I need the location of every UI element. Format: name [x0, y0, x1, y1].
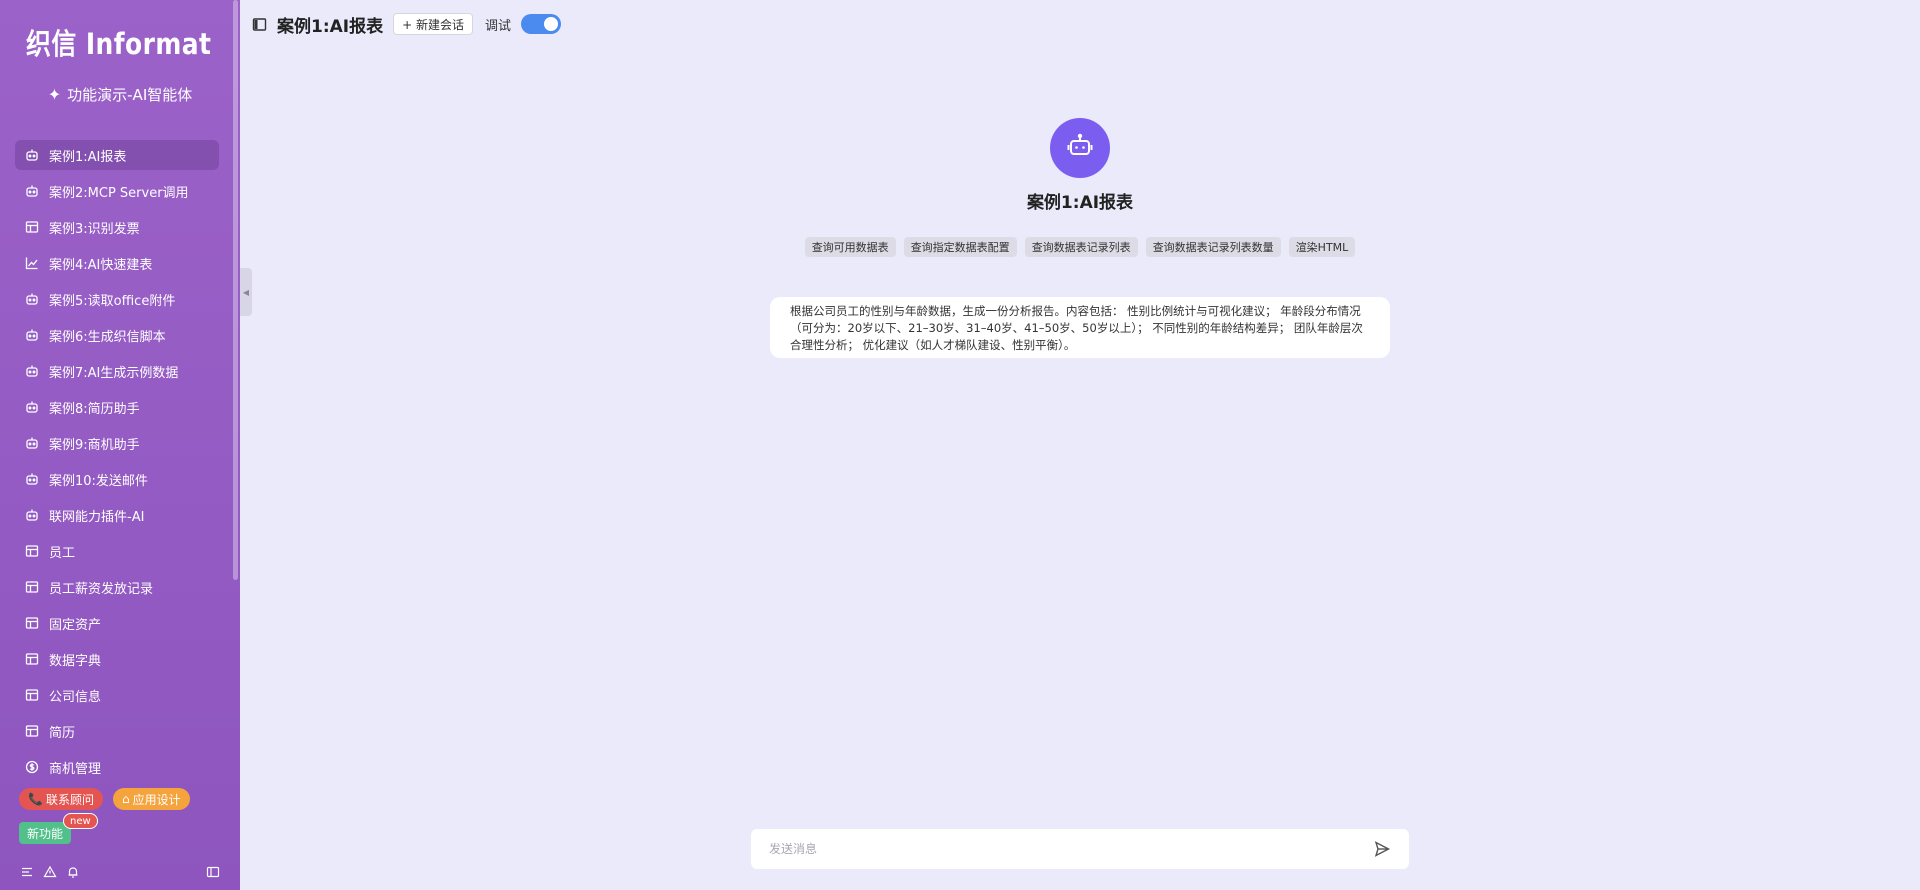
tool-chip: 查询指定数据表配置	[903, 237, 1017, 257]
sidebar-collapse-handle[interactable]: ◀	[240, 268, 252, 316]
table-icon	[25, 652, 39, 666]
contact-advisor-label: 联系顾问	[45, 792, 94, 807]
home-icon: ⌂	[121, 792, 130, 806]
logo-row: 织信 Informat	[26, 22, 226, 62]
sidebar-item-assets[interactable]: 固定资产	[15, 608, 219, 638]
sidebar-item-employee[interactable]: 员工	[15, 536, 219, 566]
sidebar-item-label: 公司信息	[49, 689, 102, 705]
sidebar-item-label: 商机管理	[49, 761, 102, 777]
message-input[interactable]	[769, 842, 1373, 856]
robot-icon	[25, 184, 39, 198]
sidebar-item-label: 案例7:AI生成示例数据	[49, 365, 179, 381]
sidebar-item-label: 案例8:简历助手	[49, 401, 140, 417]
sidebar-item-label: 案例3:识别发票	[49, 221, 140, 237]
sidebar-item-script[interactable]: 案例6:生成织信脚本	[15, 320, 219, 350]
agent-tools: 查询可用数据表 查询指定数据表配置 查询数据表记录列表 查询数据表记录列表数量 …	[780, 237, 1380, 257]
sidebar-item-label: 案例6:生成织信脚本	[49, 329, 166, 345]
sidebar-item-label: 简历	[49, 725, 76, 741]
send-icon[interactable]	[1373, 840, 1391, 858]
sidebar-item-invoice[interactable]: 案例3:识别发票	[15, 212, 219, 242]
robot-icon	[25, 400, 39, 414]
contact-advisor-button[interactable]: 📞 联系顾问	[19, 788, 103, 810]
tool-chip: 查询可用数据表	[804, 237, 896, 257]
debug-toggle[interactable]	[521, 14, 561, 34]
app-design-label: 应用设计	[132, 792, 181, 807]
sidebar-item-resume[interactable]: 案例8:简历助手	[15, 392, 219, 422]
message-composer	[751, 829, 1409, 869]
robot-icon	[25, 364, 39, 378]
debug-label: 调试	[484, 18, 511, 34]
line-chart-icon	[25, 256, 39, 270]
toggle-knob	[544, 17, 558, 31]
sidebar-item-label: 固定资产	[49, 617, 102, 633]
robot-icon	[25, 436, 39, 450]
sidebar-item-label: 案例1:AI报表	[49, 149, 127, 165]
sidebar-item-label: 员工	[49, 545, 76, 561]
robot-icon	[25, 472, 39, 486]
sidebar-item-web-plugin[interactable]: 联网能力插件-AI	[15, 500, 219, 530]
sidebar-item-resume-table[interactable]: 简历	[15, 716, 219, 746]
sidebar-item-mcp-server[interactable]: 案例2:MCP Server调用	[15, 176, 219, 206]
sidebar-item-ai-report[interactable]: 案例1:AI报表	[15, 140, 219, 170]
sidebar-item-opportunity[interactable]: 案例9:商机助手	[15, 428, 219, 458]
table-icon	[25, 688, 39, 702]
collapse-sidebar-icon[interactable]	[206, 864, 220, 878]
sidebar-item-quick-table[interactable]: 案例4:AI快速建表	[15, 248, 219, 278]
sidebar-item-label: 数据字典	[49, 653, 102, 669]
dollar-icon	[25, 760, 39, 774]
new-badge: new	[63, 813, 98, 829]
sidebar: 织信 Informat ✦ 功能演示-AI智能体 案例1:AI报表 案例2:MC…	[0, 0, 240, 890]
sidebar-item-sample-data[interactable]: 案例7:AI生成示例数据	[15, 356, 219, 386]
table-icon	[25, 220, 39, 234]
table-icon	[25, 724, 39, 738]
sidebar-footer	[20, 864, 220, 882]
sidebar-item-salary[interactable]: 员工薪资发放记录	[15, 572, 219, 602]
agent-avatar	[1050, 118, 1110, 178]
logo: 织信 Informat	[26, 27, 212, 61]
sidebar-item-opportunity-mgmt[interactable]: 商机管理	[15, 752, 219, 782]
new-feature-button[interactable]: 新功能	[19, 822, 72, 844]
app-title-label: 功能演示-AI智能体	[67, 86, 193, 104]
robot-icon	[25, 328, 39, 342]
app-title[interactable]: ✦ 功能演示-AI智能体	[0, 84, 240, 105]
sidebar-item-label: 案例5:读取office附件	[49, 293, 176, 309]
sidebar-item-label: 案例2:MCP Server调用	[49, 185, 189, 201]
table-icon	[25, 580, 39, 594]
sparkle-icon: ✦	[47, 85, 62, 104]
sidebar-item-label: 案例4:AI快速建表	[49, 257, 153, 273]
bell-icon[interactable]	[66, 864, 80, 878]
suggested-prompt[interactable]: 根据公司员工的性别与年龄数据，生成一份分析报告。内容包括： 性别比例统计与可视化…	[770, 297, 1390, 358]
sidebar-item-label: 联网能力插件-AI	[49, 509, 145, 525]
tool-chip: 查询数据表记录列表数量	[1145, 237, 1281, 257]
header: 案例1:AI报表 + 新建会话 调试	[252, 12, 561, 37]
phone-icon: 📞	[28, 792, 43, 806]
table-icon	[25, 616, 39, 630]
menu-icon[interactable]	[20, 864, 34, 878]
app-design-button[interactable]: ⌂ 应用设计	[112, 788, 190, 810]
robot-icon	[25, 508, 39, 522]
sidebar-nav: 案例1:AI报表 案例2:MCP Server调用 案例3:识别发票 案例4:A…	[15, 140, 219, 788]
robot-icon	[25, 292, 39, 306]
page-title: 案例1:AI报表	[277, 16, 384, 37]
warning-icon[interactable]	[43, 864, 57, 878]
sidebar-item-office[interactable]: 案例5:读取office附件	[15, 284, 219, 314]
sidebar-item-dictionary[interactable]: 数据字典	[15, 644, 219, 674]
sidebar-item-email[interactable]: 案例10:发送邮件	[15, 464, 219, 494]
robot-icon	[25, 148, 39, 162]
sidebar-item-label: 员工薪资发放记录	[49, 581, 154, 597]
sidebar-item-company[interactable]: 公司信息	[15, 680, 219, 710]
new-chat-button[interactable]: + 新建会话	[393, 13, 473, 35]
tool-chip: 渲染HTML	[1288, 237, 1356, 257]
sidebar-item-label: 案例9:商机助手	[49, 437, 140, 453]
sidebar-item-label: 案例10:发送邮件	[49, 473, 148, 489]
toggle-panel-icon[interactable]	[252, 17, 267, 32]
chevron-left-icon: ◀	[242, 287, 250, 297]
agent-name: 案例1:AI报表	[1026, 193, 1134, 213]
robot-icon	[1065, 131, 1095, 165]
table-icon	[25, 544, 39, 558]
tool-chip: 查询数据表记录列表	[1024, 237, 1138, 257]
sidebar-actions: 📞 联系顾问 ⌂ 应用设计	[19, 788, 190, 810]
